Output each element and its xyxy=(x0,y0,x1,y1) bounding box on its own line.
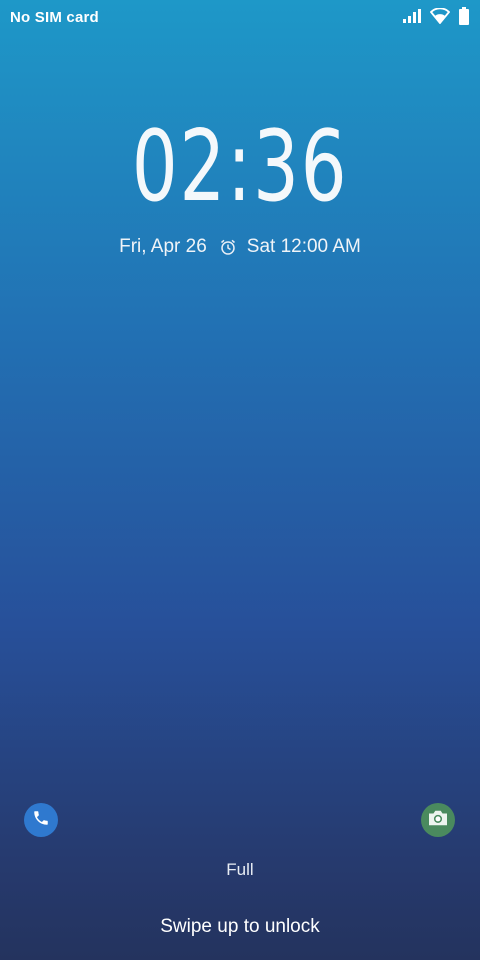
charge-status: Full xyxy=(226,860,254,879)
date-label: Fri, Apr 26 xyxy=(119,236,207,257)
lock-clock: 02:36 xyxy=(0,118,480,216)
status-icons xyxy=(402,7,470,25)
wifi-icon xyxy=(430,8,450,24)
battery-icon xyxy=(458,7,470,25)
date-alarm-row: Fri, Apr 26 Sat 12:00 AM xyxy=(0,236,480,258)
alarm-icon xyxy=(219,238,237,256)
clock-time: 02:36 xyxy=(131,110,349,224)
signal-icon xyxy=(402,8,422,24)
phone-shortcut-button[interactable] xyxy=(24,803,58,837)
carrier-label: No SIM card xyxy=(10,9,99,26)
camera-shortcut-button[interactable] xyxy=(421,803,455,837)
phone-icon xyxy=(32,809,50,832)
camera-icon xyxy=(427,809,449,832)
unlock-hint[interactable]: Swipe up to unlock xyxy=(0,916,480,938)
next-alarm-label: Sat 12:00 AM xyxy=(246,236,361,257)
status-bar: No SIM card xyxy=(0,0,480,34)
